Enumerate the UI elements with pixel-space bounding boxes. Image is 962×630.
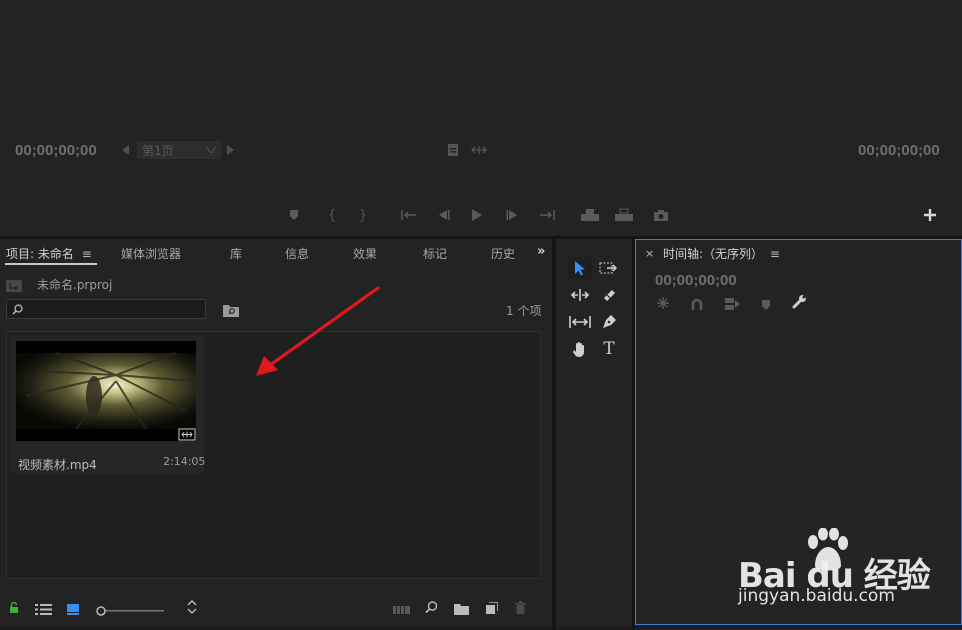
- plus-icon[interactable]: [923, 208, 937, 222]
- timeline-title-text: 时间轴:（无序列）: [663, 247, 764, 261]
- mark-in-icon[interactable]: {: [326, 208, 338, 223]
- extract-icon[interactable]: [614, 207, 634, 223]
- track-select-tool[interactable]: [597, 257, 621, 279]
- folder-up-icon[interactable]: [6, 277, 22, 292]
- step-forward-icon[interactable]: [506, 208, 520, 222]
- trim-icon[interactable]: [471, 144, 487, 156]
- icon-view-icon[interactable]: [67, 600, 81, 615]
- close-icon[interactable]: ×: [645, 247, 654, 260]
- pen-icon: [603, 315, 616, 328]
- add-marker-icon[interactable]: [761, 296, 773, 310]
- wrench-icon[interactable]: [792, 294, 808, 310]
- trash-icon[interactable]: [515, 599, 528, 614]
- play-icon[interactable]: [470, 207, 484, 223]
- go-to-out-icon[interactable]: [539, 208, 555, 222]
- linked-selection-icon[interactable]: [725, 295, 741, 310]
- find-icon[interactable]: [425, 599, 439, 614]
- tab-effects[interactable]: 效果: [353, 245, 377, 262]
- tab-history[interactable]: 历史: [491, 245, 517, 262]
- type-tool[interactable]: T: [597, 338, 621, 360]
- lift-icon[interactable]: [580, 207, 600, 223]
- tab-libraries[interactable]: 库: [230, 245, 242, 262]
- panel-menu-icon[interactable]: ≡: [770, 247, 780, 261]
- clip-thumbnail[interactable]: [16, 341, 196, 441]
- tab-project[interactable]: 项目: 未命名 ≡: [6, 245, 92, 262]
- type-icon: T: [603, 339, 615, 359]
- arrow-pointer-icon: [575, 261, 585, 276]
- timeline-title[interactable]: 时间轴:（无序列） ≡: [663, 245, 780, 262]
- new-item-icon[interactable]: [486, 599, 500, 614]
- duration-timecode: 00;00;00;00: [858, 142, 940, 159]
- razor-tool[interactable]: [597, 284, 621, 306]
- track-select-icon: [599, 262, 618, 274]
- hand-tool[interactable]: [568, 338, 592, 360]
- slip-tool[interactable]: [568, 311, 592, 333]
- clip-duration: 2:14:05: [163, 455, 206, 468]
- new-bin-icon[interactable]: [454, 600, 470, 615]
- next-page-icon[interactable]: [225, 144, 235, 156]
- active-tab-indicator: [5, 263, 97, 265]
- go-to-in-icon[interactable]: [401, 208, 417, 222]
- ripple-edit-tool[interactable]: [568, 284, 592, 306]
- lock-icon[interactable]: [9, 599, 21, 613]
- chevron-down-icon: [206, 147, 216, 153]
- nest-icon[interactable]: [656, 295, 672, 309]
- mark-out-icon[interactable]: }: [357, 208, 369, 223]
- playhead-timecode[interactable]: 00;00;00;00: [15, 142, 97, 159]
- find-folder-icon[interactable]: [223, 302, 239, 317]
- fit-frame-icon[interactable]: [446, 143, 460, 157]
- selection-tool[interactable]: [568, 257, 592, 279]
- prev-page-icon[interactable]: [120, 144, 130, 156]
- step-back-icon[interactable]: [436, 208, 450, 222]
- sort-icon[interactable]: [187, 599, 199, 614]
- watermark: Bai du 经验 jingyan.baidu.com: [738, 528, 950, 618]
- tab-markers[interactable]: 标记: [423, 245, 447, 262]
- ripple-edit-icon: [570, 289, 590, 301]
- search-icon: [12, 304, 23, 315]
- list-view-icon[interactable]: [35, 600, 53, 615]
- page-dropdown-value: 第1页: [142, 143, 174, 158]
- project-file-name: 未命名.prproj: [37, 278, 113, 292]
- pen-tool[interactable]: [597, 311, 621, 333]
- add-marker-icon[interactable]: [288, 208, 300, 222]
- panel-menu-icon[interactable]: ≡: [82, 247, 92, 261]
- tab-info[interactable]: 信息: [285, 245, 309, 262]
- slip-icon: [569, 316, 591, 328]
- clip-name[interactable]: 视频素材.mp4: [18, 456, 97, 473]
- razor-icon: [604, 290, 615, 301]
- program-monitor: 00;00;00;00 00;00;00;00 第1页 { }: [0, 0, 962, 236]
- annotation-arrow-icon: [256, 286, 380, 376]
- timeline-timecode[interactable]: 00;00;00;00: [655, 272, 737, 289]
- search-input[interactable]: [6, 299, 206, 319]
- tab-label: 项目: 未命名: [6, 247, 74, 261]
- camera-icon[interactable]: [652, 207, 670, 223]
- tab-media-browser[interactable]: 媒体浏览器: [121, 245, 181, 262]
- snap-icon[interactable]: [691, 295, 705, 310]
- automate-to-sequence-icon[interactable]: [393, 600, 411, 614]
- more-tabs-icon[interactable]: »: [537, 244, 545, 259]
- page-dropdown[interactable]: 第1页: [137, 141, 221, 159]
- watermark-url: jingyan.baidu.com: [738, 586, 895, 606]
- zoom-slider[interactable]: [96, 601, 166, 616]
- hand-icon: [573, 341, 584, 357]
- item-count: 1 个项: [506, 304, 542, 318]
